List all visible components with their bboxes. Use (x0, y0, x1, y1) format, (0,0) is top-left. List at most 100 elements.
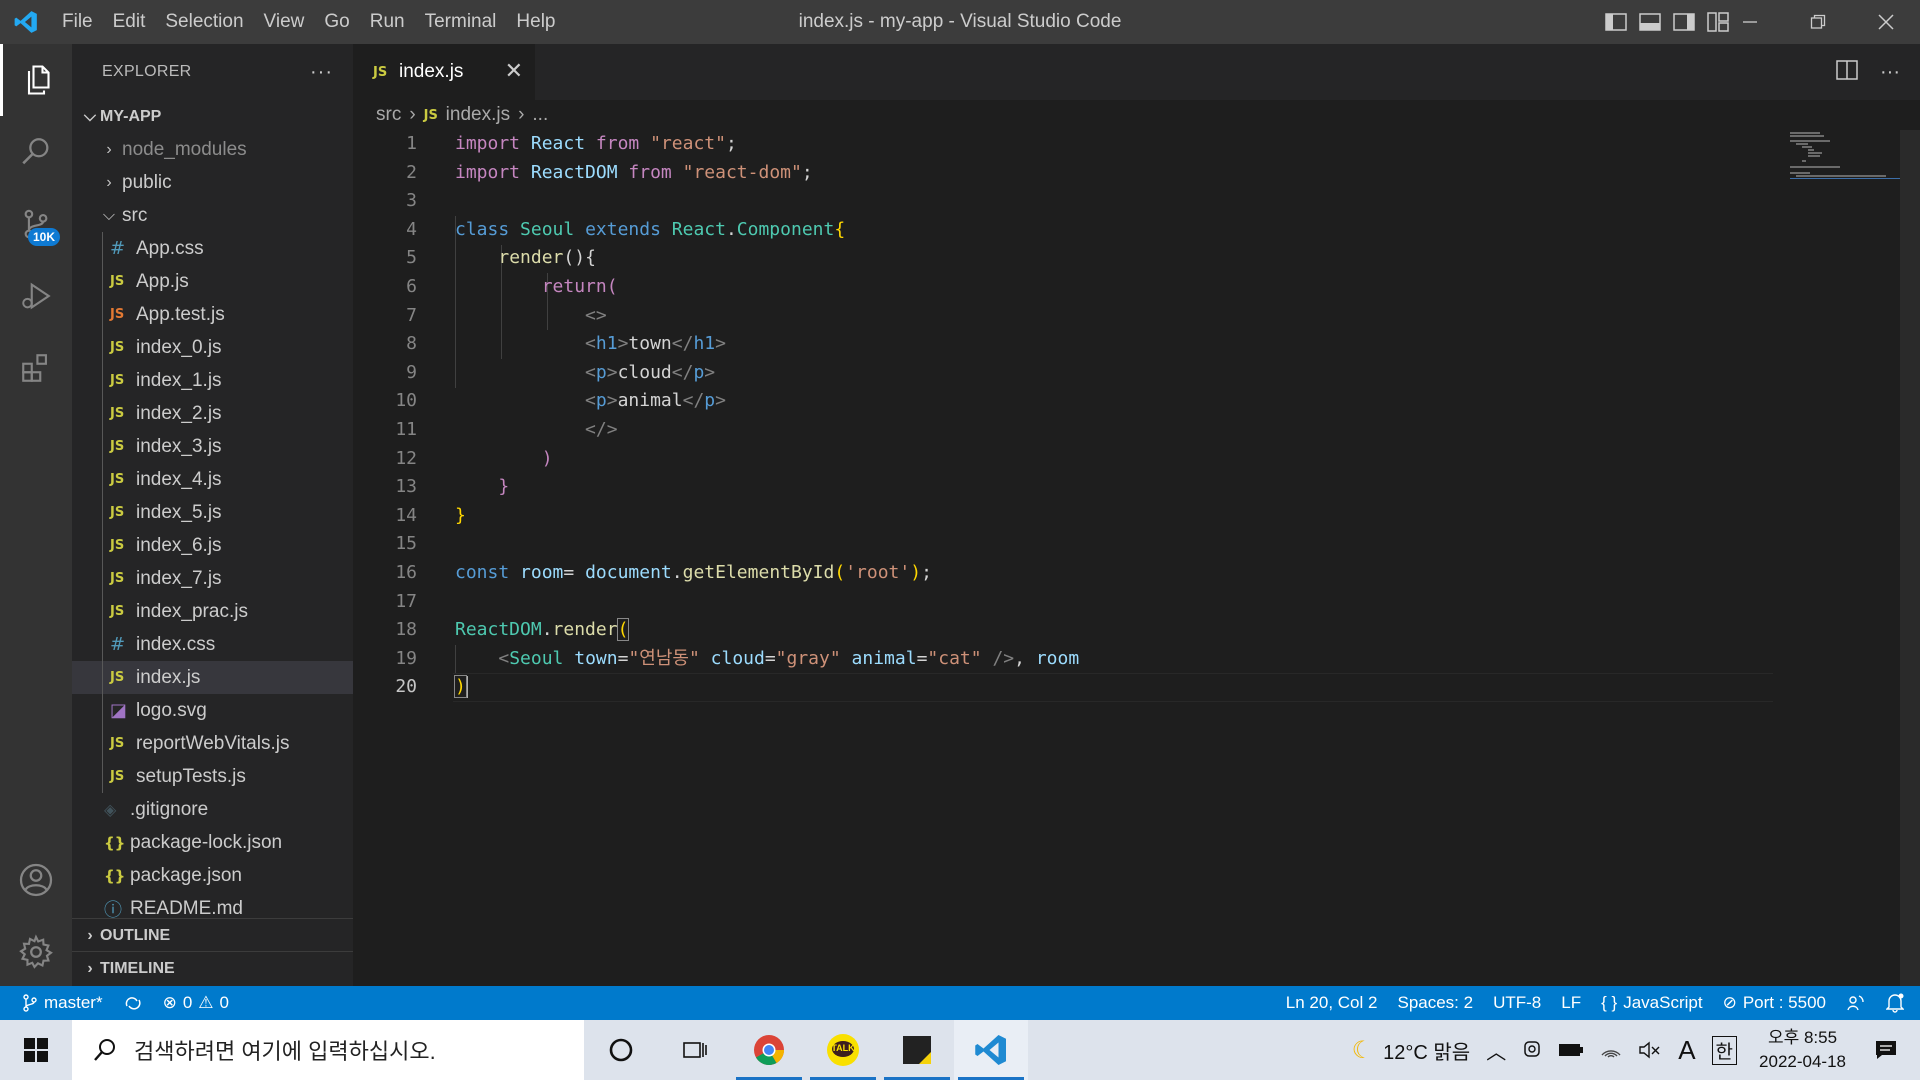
menu-file[interactable]: File (52, 0, 103, 44)
timeline-section[interactable]: › TIMELINE (72, 951, 353, 985)
tree-file[interactable]: JS index_1.js (72, 364, 353, 397)
tree-file[interactable]: JS index.js (72, 661, 353, 694)
split-editor-icon[interactable] (1836, 59, 1858, 85)
tab-index-js[interactable]: JS index.js ✕ (353, 44, 535, 100)
encoding[interactable]: UTF-8 (1483, 986, 1551, 1020)
vscode-logo-icon[interactable] (0, 0, 52, 44)
chrome-icon[interactable] (732, 1020, 806, 1080)
menu-view[interactable]: View (254, 0, 315, 44)
menu-terminal[interactable]: Terminal (415, 0, 507, 44)
minimap[interactable] (1790, 130, 1900, 190)
ime-mode-han[interactable]: 한 (1704, 1020, 1745, 1080)
tree-indent-guide (102, 364, 103, 397)
text-cursor (465, 676, 468, 699)
toggle-panel-icon[interactable] (1638, 12, 1662, 32)
taskbar-search-input[interactable]: 검색하려면 여기에 입력하십시오. (72, 1020, 584, 1080)
breadcrumb-file[interactable]: index.js (446, 104, 510, 126)
tree-file[interactable]: ◪ logo.svg (72, 694, 353, 727)
task-view-icon[interactable] (658, 1020, 732, 1080)
wifi-icon[interactable] (1592, 1020, 1630, 1080)
tree-folder-src[interactable]: ⌵ src (72, 199, 353, 232)
feedback-icon[interactable] (1836, 986, 1876, 1020)
tree-file[interactable]: JS index_6.js (72, 529, 353, 562)
sticky-notes-icon[interactable] (880, 1020, 954, 1080)
tree-file[interactable]: JS index_0.js (72, 331, 353, 364)
weather-widget[interactable]: ☾ 12°C 맑음 (1344, 1020, 1479, 1080)
sync-icon[interactable] (113, 986, 153, 1020)
breadcrumb-symbol[interactable]: ... (532, 104, 548, 126)
tree-file[interactable]: # index.css (72, 628, 353, 661)
branch-indicator[interactable]: master* (0, 986, 113, 1020)
tree-file[interactable]: JS App.js (72, 265, 353, 298)
tree-file[interactable]: JS index_2.js (72, 397, 353, 430)
menu-selection[interactable]: Selection (155, 0, 253, 44)
indentation[interactable]: Spaces: 2 (1387, 986, 1483, 1020)
tree-file[interactable]: {} package.json (72, 859, 353, 892)
close-tab-icon[interactable]: ✕ (505, 58, 523, 84)
ime-mode-a[interactable]: A (1670, 1020, 1703, 1080)
breadcrumb-src[interactable]: src (376, 104, 401, 126)
vertical-scrollbar[interactable] (1900, 130, 1920, 986)
breadcrumb: src › JS index.js › ... (353, 100, 1920, 130)
minimize-icon[interactable] (1716, 0, 1784, 44)
line-number: 3 (406, 190, 417, 212)
outline-header[interactable]: › OUTLINE (72, 919, 353, 952)
menu-run[interactable]: Run (360, 0, 415, 44)
account-icon[interactable] (0, 844, 72, 916)
notifications-bell-icon[interactable] (1876, 986, 1920, 1020)
tree-file[interactable]: JS index_5.js (72, 496, 353, 529)
tree-file[interactable]: {} package-lock.json (72, 826, 353, 859)
clock-time: 오후 8:55 (1767, 1028, 1838, 1047)
root-file-list: ◈ .gitignore{} package-lock.json{} package.… (72, 793, 353, 925)
menu-help[interactable]: Help (506, 0, 565, 44)
tree-file[interactable]: JS App.test.js (72, 298, 353, 331)
chevron-up-icon[interactable]: ︿ (1478, 1020, 1514, 1080)
tree-file[interactable]: JS index_3.js (72, 430, 353, 463)
windows-start-icon[interactable] (0, 1020, 72, 1080)
close-window-icon[interactable] (1852, 0, 1920, 44)
tree-file[interactable]: JS setupTests.js (72, 760, 353, 793)
volume-muted-icon[interactable] (1630, 1020, 1670, 1080)
end-of-line[interactable]: LF (1551, 986, 1591, 1020)
menu-go[interactable]: Go (314, 0, 359, 44)
problems-indicator[interactable]: ⊗ 0 ⚠ 0 (153, 986, 239, 1020)
toggle-primary-sidebar-icon[interactable] (1604, 12, 1628, 32)
search-icon[interactable] (0, 116, 72, 188)
code-line: render(){ (498, 247, 596, 269)
tree-file[interactable]: JS index_7.js (72, 562, 353, 595)
battery-icon[interactable] (1550, 1020, 1592, 1080)
explorer-more-icon[interactable]: ··· (310, 61, 333, 84)
weather-label: 12°C 맑음 (1383, 1041, 1471, 1064)
project-folder-header[interactable]: ⌵ MY-APP (72, 100, 353, 133)
toggle-secondary-sidebar-icon[interactable] (1672, 12, 1696, 32)
tree-folder-node-modules[interactable]: › node_modules (72, 133, 353, 166)
explorer-icon[interactable] (0, 44, 72, 116)
vscode-taskbar-icon[interactable] (954, 1020, 1028, 1080)
menu-edit[interactable]: Edit (103, 0, 156, 44)
language-mode[interactable]: { } JavaScript (1591, 986, 1712, 1020)
more-actions-icon[interactable]: ··· (1880, 61, 1900, 84)
tree-file[interactable]: JS index_prac.js (72, 595, 353, 628)
run-debug-icon[interactable] (0, 260, 72, 332)
tree-folder-public[interactable]: › public (72, 166, 353, 199)
cursor-position[interactable]: Ln 20, Col 2 (1276, 986, 1388, 1020)
extensions-icon[interactable] (0, 332, 72, 404)
css-file-icon: # (110, 634, 126, 655)
cortana-icon[interactable] (584, 1020, 658, 1080)
tree-file[interactable]: JS index_4.js (72, 463, 353, 496)
tree-file[interactable]: ◈ .gitignore (72, 793, 353, 826)
taskbar-clock[interactable]: 오후 8:55 2022-04-18 (1745, 1026, 1860, 1074)
tree-file[interactable]: JS reportWebVitals.js (72, 727, 353, 760)
tree-indent-guide (102, 727, 103, 760)
timeline-header[interactable]: › TIMELINE (72, 952, 353, 985)
outline-section[interactable]: › OUTLINE (72, 918, 353, 952)
tree-file[interactable]: # App.css (72, 232, 353, 265)
source-control-icon[interactable]: 10K (0, 188, 72, 260)
kakaotalk-icon[interactable]: TALK (806, 1020, 880, 1080)
camera-icon[interactable] (1514, 1020, 1550, 1080)
live-server-port[interactable]: ⊘ Port : 5500 (1713, 986, 1836, 1020)
notification-center-icon[interactable] (1860, 1020, 1920, 1080)
code-editor[interactable]: 1 2 3 4 5 6 7 8 9 10 11 12 13 14 15 16 17 18 19 20 import R… (353, 130, 1920, 986)
settings-gear-icon[interactable] (0, 916, 72, 988)
restore-icon[interactable] (1784, 0, 1852, 44)
